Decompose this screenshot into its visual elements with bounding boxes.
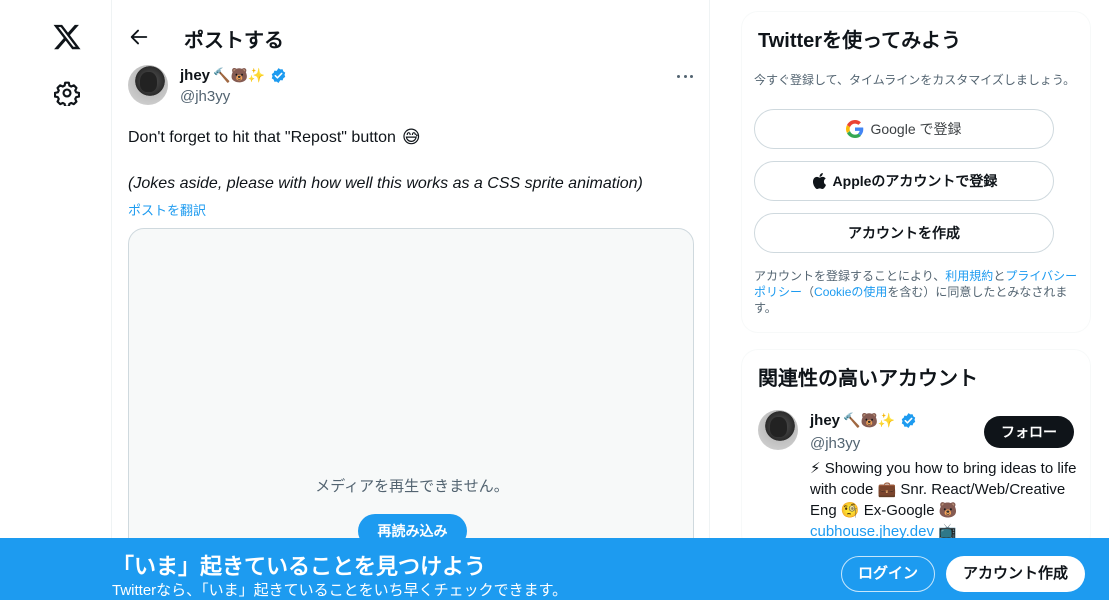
related-account-handle[interactable]: @jh3yy	[810, 435, 860, 452]
google-icon	[846, 120, 864, 138]
x-logo-icon[interactable]	[52, 22, 82, 52]
cookie-use-link[interactable]: Cookieの使用	[814, 285, 887, 299]
avatar[interactable]	[128, 65, 168, 105]
more-dots-icon[interactable]	[675, 66, 695, 86]
signup-card-subtitle: 今すぐ登録して、タイムラインをカスタマイズしましょう。	[754, 73, 1076, 87]
media-error-message: メディアを再生できません。	[315, 478, 509, 495]
login-button[interactable]: ログイン	[841, 556, 935, 592]
sweat-smile-emoji: 😅	[401, 127, 421, 148]
media-container: メディアを再生できません。 再読み込み	[128, 228, 694, 558]
post-text-line1: Don't forget to hit that "Repost" button…	[128, 127, 421, 148]
related-account-emojis: 🔨🐻✨	[843, 412, 896, 429]
arrow-left-icon[interactable]	[128, 26, 150, 48]
terms-prefix: アカウントを登録することにより、	[754, 269, 946, 283]
avatar[interactable]	[758, 410, 798, 450]
related-account-name-text[interactable]: jhey	[810, 412, 840, 429]
bio-text: ⚡ Showing you how to bring ideas to life…	[810, 460, 1077, 519]
related-account-name[interactable]: jhey 🔨🐻✨	[810, 412, 917, 429]
terms-mid: （	[802, 285, 815, 299]
post-author-name[interactable]: jhey 🔨🐻✨	[180, 67, 287, 84]
related-accounts-card: 関連性の高いアカウント jhey 🔨🐻✨ @jh3yy フォロー ⚡ Showi…	[742, 350, 1090, 550]
banner-title: 「いま」起きていることを見つけよう	[112, 554, 487, 579]
signup-banner: 「いま」起きていることを見つけよう Twitterなら、「いま」起きていることを…	[0, 538, 1109, 600]
translate-post-link[interactable]: ポストを翻訳	[128, 200, 206, 219]
author-emojis: 🔨🐻✨	[213, 67, 266, 84]
create-account-button[interactable]: アカウントを作成	[754, 213, 1054, 253]
page-header: ポストする	[112, 0, 710, 58]
post-text-line1-text: Don't forget to hit that "Repost" button	[128, 128, 396, 146]
apple-signup-button[interactable]: Appleのアカウントで登録	[754, 161, 1054, 201]
terms-and: と	[993, 269, 1006, 283]
post-text-line2-text: (Jokes aside, please with how well this …	[128, 175, 643, 192]
related-account-bio: ⚡ Showing you how to bring ideas to life…	[810, 458, 1078, 542]
apple-signup-label: Appleのアカウントで登録	[832, 173, 998, 189]
post-author-handle[interactable]: @jh3yy	[180, 88, 230, 105]
left-nav	[0, 0, 112, 600]
gear-icon[interactable]	[53, 80, 81, 108]
signup-card: Twitterを使ってみよう 今すぐ登録して、タイムラインをカスタマイズしましょ…	[742, 12, 1090, 332]
terms-of-service-link[interactable]: 利用規約	[945, 269, 993, 283]
follow-button[interactable]: フォロー	[984, 416, 1074, 448]
banner-subtitle: Twitterなら、「いま」起きていることをいち早くチェックできます。	[112, 582, 568, 599]
signup-card-title: Twitterを使ってみよう	[758, 30, 962, 52]
author-name-text[interactable]: jhey	[180, 67, 210, 84]
page-title: ポストする	[184, 30, 284, 52]
main-column: ポストする jhey 🔨🐻✨ @jh3yy Don't forget to hi…	[112, 0, 710, 600]
verified-badge-icon	[270, 67, 287, 84]
google-signup-label: Google で登録	[870, 121, 962, 137]
verified-badge-icon	[900, 412, 917, 429]
terms-text: アカウントを登録することにより、利用規約とプライバシーポリシー（Cookieの使…	[754, 268, 1084, 316]
apple-icon	[811, 172, 827, 190]
google-signup-button[interactable]: Google で登録	[754, 109, 1054, 149]
signup-button[interactable]: アカウント作成	[946, 556, 1085, 592]
related-accounts-title: 関連性の高いアカウント	[758, 368, 978, 390]
post-text-line2: (Jokes aside, please with how well this …	[128, 175, 643, 193]
